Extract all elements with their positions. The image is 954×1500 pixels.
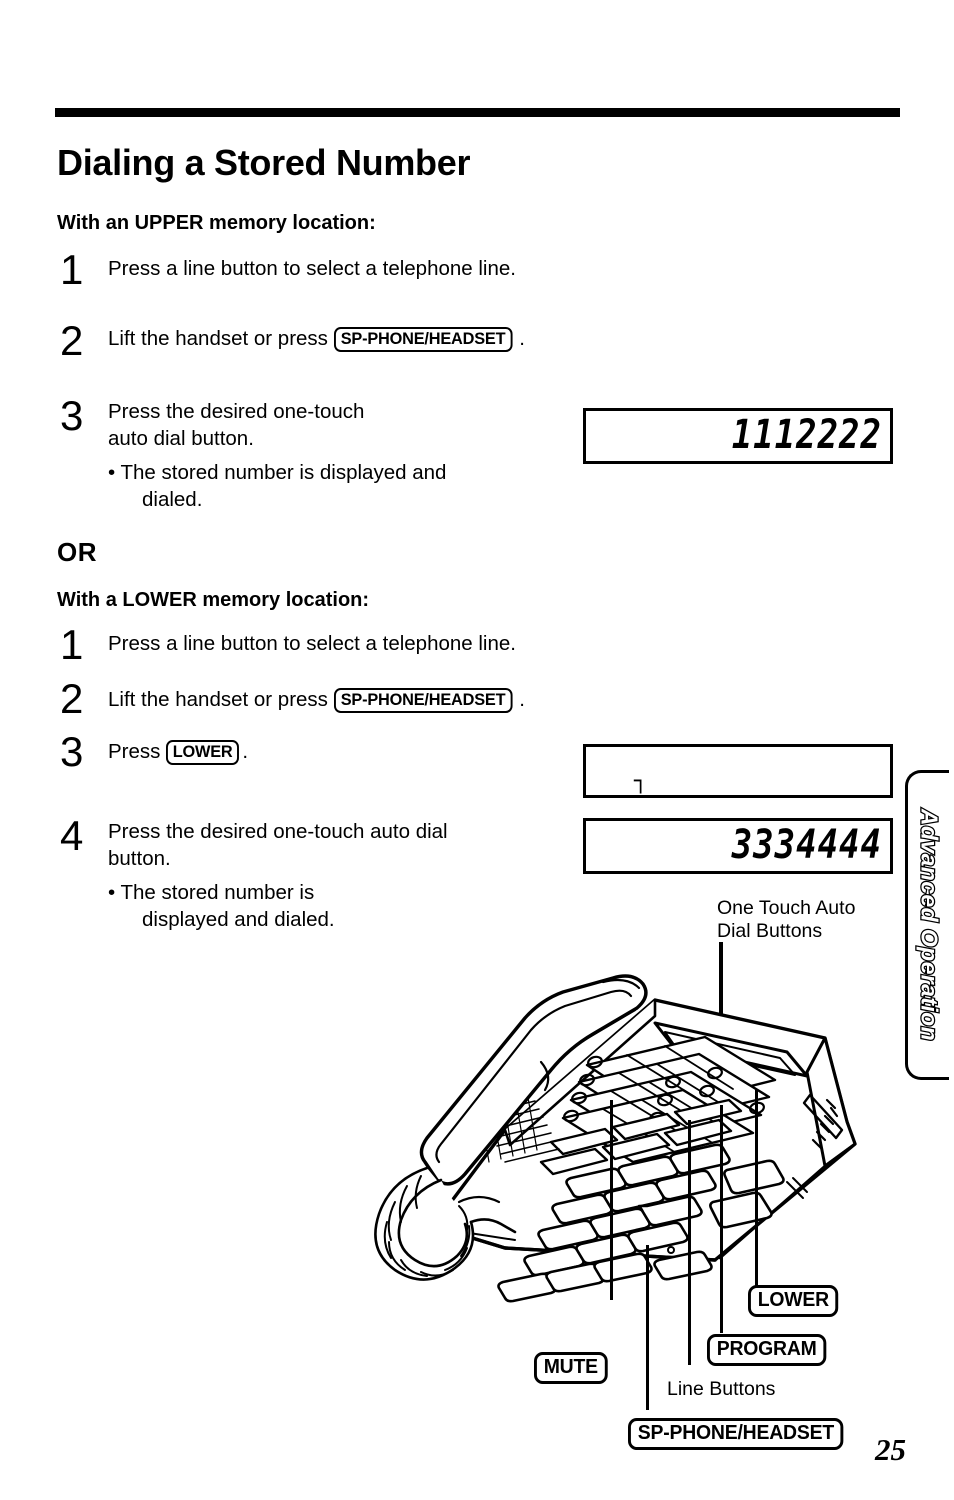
callout-one-touch-line1: One Touch Auto <box>717 897 856 919</box>
section-heading-upper: With an UPPER memory location: <box>57 212 376 234</box>
step-l2-text-after: . <box>519 688 525 711</box>
page-title: Dialing a Stored Number <box>57 142 471 183</box>
side-tab-advanced-operation: Advanced Operation <box>905 770 949 1080</box>
callout-sp-phone-headset[interactable]: SP-PHONE/HEADSET <box>628 1418 844 1450</box>
leader-line-mute <box>610 1100 613 1300</box>
callout-mute[interactable]: MUTE <box>534 1352 608 1384</box>
key-lower[interactable]: LOWER <box>166 740 240 766</box>
key-sp-phone-headset-l2[interactable]: SP-PHONE/HEADSET <box>333 688 512 714</box>
lcd-digits-lower: 3334444 <box>731 821 882 869</box>
step-text-l1: Press a line button to select a telephon… <box>108 632 516 655</box>
leader-line-program <box>720 1105 723 1333</box>
or-divider: OR <box>57 537 97 567</box>
step-u3-line2: auto dial button. <box>108 427 254 451</box>
leader-line-lower <box>755 1090 758 1286</box>
lcd-lower-indicator-glyph: ┐ <box>634 769 648 794</box>
lcd-digits-upper: 1112222 <box>731 411 882 459</box>
step-text-l3: Press LOWER. <box>108 738 249 766</box>
step-u3-line1: Press the desired one-touch <box>108 400 365 423</box>
lcd-display-lower-indicator: ┐ <box>583 744 893 798</box>
step-text-u1: Press a line button to select a telephon… <box>108 257 516 280</box>
page-number: 25 <box>875 1432 906 1467</box>
step-text-u2: Lift the handset or press SP-PHONE/HEADS… <box>108 325 525 353</box>
step-l4-bullet-line1: • The stored number is <box>108 880 315 904</box>
telephone-illustration <box>355 930 885 1330</box>
step-u3-bullet: • The stored number is displayed and dia… <box>108 459 568 514</box>
lcd-display-lower: 3334444 <box>583 818 893 874</box>
step-l3-text-after: . <box>242 740 249 763</box>
step-l4-bullet-line2: displayed and dialed. <box>142 907 335 931</box>
step-l4-line1: Press the desired one-touch auto dial <box>108 820 448 843</box>
step-number-l4: 4 <box>60 812 84 859</box>
manual-page: Dialing a Stored Number With an UPPER me… <box>0 0 954 1500</box>
step-u2-text-before: Lift the handset or press <box>108 327 328 350</box>
step-l4-line2: button. <box>108 847 171 871</box>
step-l2-text-before: Lift the handset or press <box>108 688 328 711</box>
step-l4-bullet: • The stored number is displayed and dia… <box>108 879 578 934</box>
step-number-u3: 3 <box>60 392 84 439</box>
step-text-l2: Lift the handset or press SP-PHONE/HEADS… <box>108 686 525 714</box>
step-l3-text-before: Press <box>108 740 161 763</box>
step-u3-bullet-line2: dialed. <box>142 487 203 511</box>
leader-line-sp-phone <box>646 1245 649 1410</box>
header-rule <box>55 108 900 117</box>
step-number-l3: 3 <box>60 728 84 775</box>
key-sp-phone-headset-u2[interactable]: SP-PHONE/HEADSET <box>333 327 512 353</box>
step-number-u1: 1 <box>60 246 84 293</box>
step-number-u2: 2 <box>60 317 84 364</box>
callout-lower[interactable]: LOWER <box>748 1285 839 1317</box>
step-text-l4: Press the desired one-touch auto dial bu… <box>108 818 578 933</box>
callout-line-buttons: Line Buttons <box>667 1378 776 1400</box>
callout-program[interactable]: PROGRAM <box>707 1334 827 1366</box>
side-tab-label: Advanced Operation <box>915 808 944 1043</box>
step-u2-text-after: . <box>519 327 525 350</box>
step-u3-bullet-line1: • The stored number is displayed and <box>108 460 447 484</box>
lcd-display-upper: 1112222 <box>583 408 893 464</box>
section-heading-lower: With a LOWER memory location: <box>57 589 370 611</box>
step-number-l2: 2 <box>60 675 84 722</box>
leader-line-line-buttons <box>688 1120 691 1365</box>
step-text-u3: Press the desired one-touch auto dial bu… <box>108 398 568 513</box>
step-number-l1: 1 <box>60 621 84 668</box>
